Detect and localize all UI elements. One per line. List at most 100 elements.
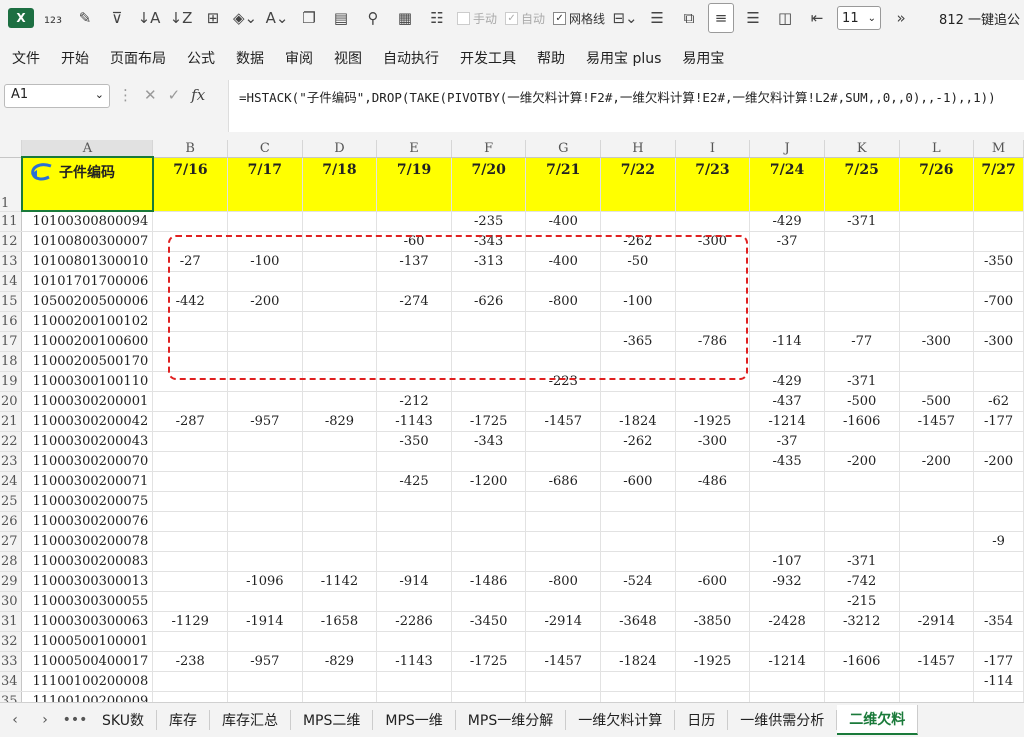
- value-cell[interactable]: -62: [973, 391, 1024, 412]
- row-header[interactable]: 32: [0, 631, 23, 652]
- part-code-cell[interactable]: 11000300300013: [21, 571, 154, 592]
- value-cell[interactable]: [525, 391, 602, 412]
- sheet-tab-2[interactable]: 库存汇总: [210, 710, 291, 730]
- value-cell[interactable]: -1486: [451, 571, 527, 592]
- date-header-cell[interactable]: 7/22: [600, 157, 676, 212]
- filter-icon[interactable]: ⊽: [104, 3, 130, 33]
- value-cell[interactable]: -524: [600, 571, 676, 592]
- value-cell[interactable]: -1457: [525, 411, 602, 432]
- value-cell[interactable]: [899, 271, 975, 292]
- value-cell[interactable]: [899, 631, 975, 652]
- value-cell[interactable]: [973, 691, 1024, 702]
- value-cell[interactable]: [600, 671, 676, 692]
- value-cell[interactable]: [973, 431, 1024, 452]
- value-cell[interactable]: [675, 491, 751, 512]
- part-code-cell[interactable]: 11100100200009: [21, 691, 154, 702]
- date-header-cell[interactable]: 7/23: [675, 157, 751, 212]
- value-cell[interactable]: [525, 671, 602, 692]
- value-cell[interactable]: -2428: [749, 611, 825, 632]
- value-cell[interactable]: [749, 591, 825, 612]
- value-cell[interactable]: [152, 311, 229, 332]
- row-header[interactable]: 1: [0, 157, 23, 212]
- value-cell[interactable]: -200: [973, 451, 1024, 472]
- value-cell[interactable]: [227, 531, 303, 552]
- value-cell[interactable]: -914: [376, 571, 452, 592]
- value-cell[interactable]: [899, 571, 975, 592]
- value-cell[interactable]: [152, 331, 229, 352]
- link-icon[interactable]: ⚲: [360, 3, 386, 33]
- value-cell[interactable]: -2914: [899, 611, 975, 632]
- value-cell[interactable]: [451, 331, 527, 352]
- row-header[interactable]: 17: [0, 331, 23, 352]
- value-cell[interactable]: [451, 551, 527, 572]
- part-code-cell[interactable]: 11000300200076: [21, 511, 154, 532]
- value-cell[interactable]: [899, 591, 975, 612]
- value-cell[interactable]: [302, 251, 378, 272]
- value-cell[interactable]: [973, 631, 1024, 652]
- value-cell[interactable]: [675, 271, 751, 292]
- date-header-cell[interactable]: 7/21: [525, 157, 602, 212]
- value-cell[interactable]: -177: [973, 651, 1024, 672]
- wrap-text-icon[interactable]: ⧉: [676, 3, 702, 33]
- part-code-cell[interactable]: 11000200100600: [21, 331, 154, 352]
- part-code-cell[interactable]: 10100800300007: [21, 231, 154, 252]
- value-cell[interactable]: [525, 591, 602, 612]
- value-cell[interactable]: [376, 331, 452, 352]
- value-cell[interactable]: [302, 631, 378, 652]
- value-cell[interactable]: [376, 671, 452, 692]
- row-header[interactable]: 35: [0, 691, 23, 702]
- row-header[interactable]: 30: [0, 591, 23, 612]
- value-cell[interactable]: [227, 451, 303, 472]
- date-header-cell[interactable]: 7/25: [824, 157, 900, 212]
- value-cell[interactable]: [227, 351, 303, 372]
- value-cell[interactable]: [152, 591, 229, 612]
- value-cell[interactable]: [824, 471, 900, 492]
- value-cell[interactable]: -212: [376, 391, 452, 412]
- menu-view[interactable]: 视图: [334, 48, 362, 68]
- value-cell[interactable]: [600, 271, 676, 292]
- value-cell[interactable]: -957: [227, 411, 303, 432]
- value-cell[interactable]: [899, 371, 975, 392]
- value-cell[interactable]: -3212: [824, 611, 900, 632]
- part-code-cell[interactable]: 11000300300055: [21, 591, 154, 612]
- value-cell[interactable]: [152, 551, 229, 572]
- column-header-e[interactable]: E: [376, 140, 452, 158]
- value-cell[interactable]: -300: [675, 231, 751, 252]
- value-cell[interactable]: [973, 371, 1024, 392]
- insert-function-icon[interactable]: fx: [191, 86, 205, 104]
- more-icon[interactable]: »: [888, 3, 914, 33]
- value-cell[interactable]: -626: [451, 291, 527, 312]
- value-cell[interactable]: -238: [152, 651, 229, 672]
- value-cell[interactable]: [227, 271, 303, 292]
- sheet-tab-1[interactable]: 库存: [157, 710, 210, 730]
- more-options-icon[interactable]: ⋮: [118, 86, 133, 104]
- value-cell[interactable]: [675, 671, 751, 692]
- value-cell[interactable]: -1457: [899, 411, 975, 432]
- format-painter-icon[interactable]: ✎: [72, 3, 98, 33]
- value-cell[interactable]: [227, 471, 303, 492]
- value-cell[interactable]: -425: [376, 471, 452, 492]
- value-cell[interactable]: -274: [376, 291, 452, 312]
- value-cell[interactable]: [824, 311, 900, 332]
- value-cell[interactable]: -137: [376, 251, 452, 272]
- value-cell[interactable]: [899, 491, 975, 512]
- column-header-f[interactable]: F: [451, 140, 527, 158]
- font-size-select[interactable]: 11 ⌄: [837, 6, 882, 30]
- value-cell[interactable]: [451, 351, 527, 372]
- next-sheet-icon[interactable]: ›: [30, 712, 60, 728]
- value-cell[interactable]: -429: [749, 371, 825, 392]
- value-cell[interactable]: -200: [824, 451, 900, 472]
- value-cell[interactable]: [600, 551, 676, 572]
- value-cell[interactable]: [675, 511, 751, 532]
- value-cell[interactable]: [600, 391, 676, 412]
- value-cell[interactable]: [899, 431, 975, 452]
- value-cell[interactable]: [675, 691, 751, 702]
- sheet-tab-9[interactable]: 二维欠料: [837, 705, 919, 735]
- value-cell[interactable]: [973, 491, 1024, 512]
- value-cell[interactable]: [376, 451, 452, 472]
- value-cell[interactable]: -1725: [451, 651, 527, 672]
- sort-ascending-icon[interactable]: ↓A: [136, 3, 162, 33]
- value-cell[interactable]: -700: [973, 291, 1024, 312]
- value-cell[interactable]: -100: [600, 291, 676, 312]
- value-cell[interactable]: [525, 551, 602, 572]
